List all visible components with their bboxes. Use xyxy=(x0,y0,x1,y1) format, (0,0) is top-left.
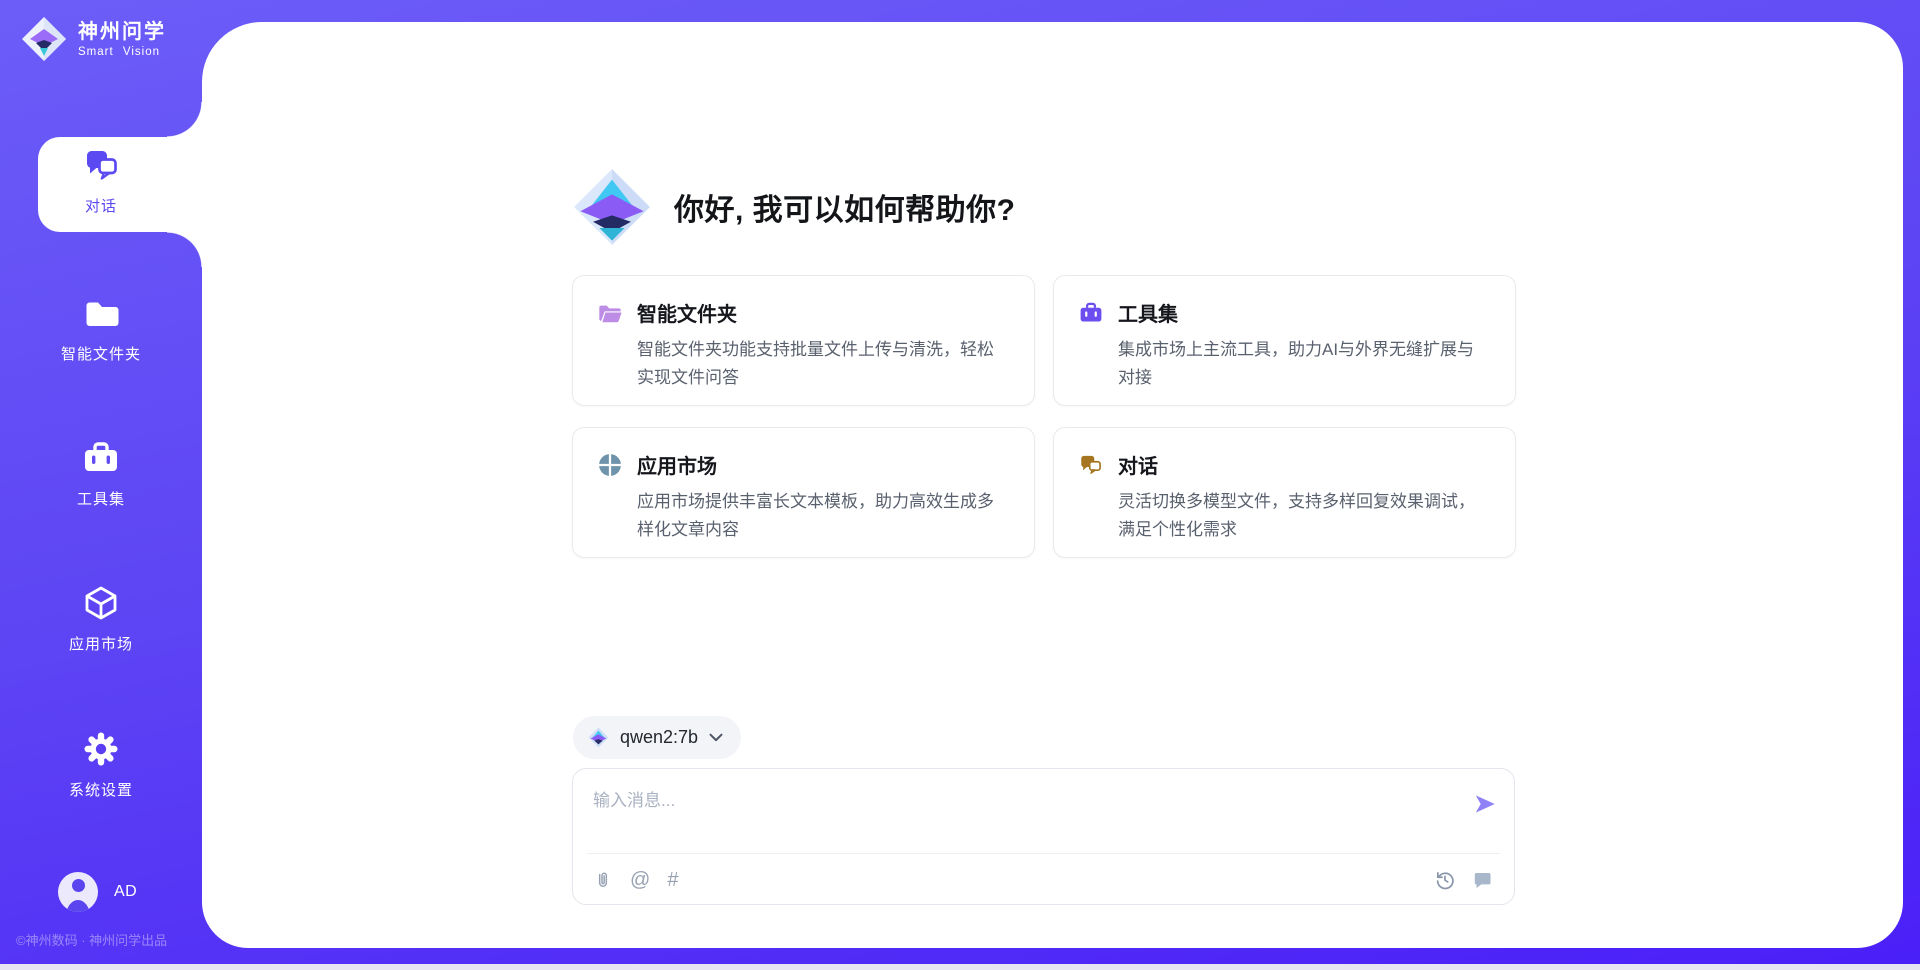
user-initials: AD xyxy=(114,883,137,901)
card-header: 对话 xyxy=(1078,450,1491,479)
sidebar-item-settings[interactable]: 系统设置 xyxy=(0,729,202,800)
chat-bubble-icon xyxy=(1473,869,1494,890)
chat-bubbles-icon xyxy=(1078,452,1104,478)
feedback-button[interactable] xyxy=(1473,869,1494,890)
message-input[interactable] xyxy=(573,769,1514,851)
card-title: 应用市场 xyxy=(637,450,717,479)
card-chat[interactable]: 对话 灵活切换多模型文件，支持多样回复效果调试，满足个性化需求 xyxy=(1053,427,1516,558)
sidebar-item-label: 对话 xyxy=(85,195,117,216)
sidebar-item-label: 工具集 xyxy=(77,488,125,509)
hash-icon[interactable]: # xyxy=(667,870,678,890)
folder-icon xyxy=(81,293,121,333)
greeting-text: 你好, 我可以如何帮助你? xyxy=(674,185,1016,229)
chat-bubbles-icon xyxy=(81,145,121,185)
avatar xyxy=(58,872,98,912)
card-title: 工具集 xyxy=(1118,298,1178,327)
grid-circle-icon xyxy=(597,452,623,478)
composer-toolbar: @ # xyxy=(573,854,1514,905)
sidebar-item-label: 系统设置 xyxy=(69,779,133,800)
brand: 神州问学 Smart Vision xyxy=(20,15,166,63)
send-button[interactable] xyxy=(1472,791,1498,817)
main-panel: 你好, 我可以如何帮助你? 智能文件夹 智能文件夹功能支持批量文件上传与清洗，轻… xyxy=(202,22,1903,948)
history-icon xyxy=(1434,869,1456,891)
sidebar-item-chat[interactable]: 对话 xyxy=(0,145,202,216)
card-header: 智能文件夹 xyxy=(597,298,1010,327)
app-root: 你好, 我可以如何帮助你? 智能文件夹 智能文件夹功能支持批量文件上传与清洗，轻… xyxy=(0,0,1920,970)
greeting: 你好, 我可以如何帮助你? xyxy=(572,167,1016,247)
at-icon[interactable]: @ xyxy=(630,870,650,890)
sidebar: 神州问学 Smart Vision 对话 智能文件夹 xyxy=(0,0,202,970)
paperclip-icon xyxy=(593,869,613,891)
folder-open-icon xyxy=(597,300,623,326)
card-title: 对话 xyxy=(1118,450,1158,479)
chevron-down-icon xyxy=(709,733,723,742)
card-description: 灵活切换多模型文件，支持多样回复效果调试，满足个性化需求 xyxy=(1118,488,1491,544)
brand-text: 神州问学 Smart Vision xyxy=(78,21,166,58)
sidebar-item-toolset[interactable]: 工具集 xyxy=(0,438,202,509)
history-button[interactable] xyxy=(1434,869,1456,891)
card-header: 应用市场 xyxy=(597,450,1010,479)
diamond-logo-icon xyxy=(20,15,68,63)
brand-subtitle: Smart Vision xyxy=(78,46,166,58)
message-composer: @ # xyxy=(572,768,1515,905)
gear-icon xyxy=(81,729,121,769)
card-app-market[interactable]: 应用市场 应用市场提供丰富长文本模板，助力高效生成多样化文章内容 xyxy=(572,427,1035,558)
briefcase-icon xyxy=(81,438,121,478)
cube-icon xyxy=(81,583,121,623)
sidebar-item-label: 智能文件夹 xyxy=(61,343,141,364)
card-title: 智能文件夹 xyxy=(637,298,737,327)
attach-button[interactable] xyxy=(593,869,613,891)
card-description: 智能文件夹功能支持批量文件上传与清洗，轻松实现文件问答 xyxy=(637,336,1010,392)
sidebar-item-label: 应用市场 xyxy=(69,633,133,654)
model-selector[interactable]: qwen2:7b xyxy=(573,716,741,759)
bottom-edge xyxy=(0,964,1920,970)
user-profile[interactable]: AD xyxy=(58,872,137,912)
send-icon xyxy=(1472,791,1498,817)
card-description: 集成市场上主流工具，助力AI与外界无缝扩展与对接 xyxy=(1118,336,1491,392)
diamond-logo-icon xyxy=(572,167,652,247)
model-name: qwen2:7b xyxy=(620,727,698,748)
card-description: 应用市场提供丰富长文本模板，助力高效生成多样化文章内容 xyxy=(637,488,1010,544)
card-smart-folder[interactable]: 智能文件夹 智能文件夹功能支持批量文件上传与清洗，轻松实现文件问答 xyxy=(572,275,1035,406)
brand-name: 神州问学 xyxy=(78,21,166,44)
card-header: 工具集 xyxy=(1078,298,1491,327)
sidebar-item-app-market[interactable]: 应用市场 xyxy=(0,583,202,654)
copyright-text: ©神州数码 · 神州问学出品 xyxy=(16,930,167,949)
card-toolset[interactable]: 工具集 集成市场上主流工具，助力AI与外界无缝扩展与对接 xyxy=(1053,275,1516,406)
sidebar-item-smart-folder[interactable]: 智能文件夹 xyxy=(0,293,202,364)
diamond-logo-icon xyxy=(588,727,609,748)
person-icon xyxy=(72,879,85,892)
briefcase-icon xyxy=(1078,300,1104,326)
feature-cards: 智能文件夹 智能文件夹功能支持批量文件上传与清洗，轻松实现文件问答 xyxy=(572,275,1516,558)
